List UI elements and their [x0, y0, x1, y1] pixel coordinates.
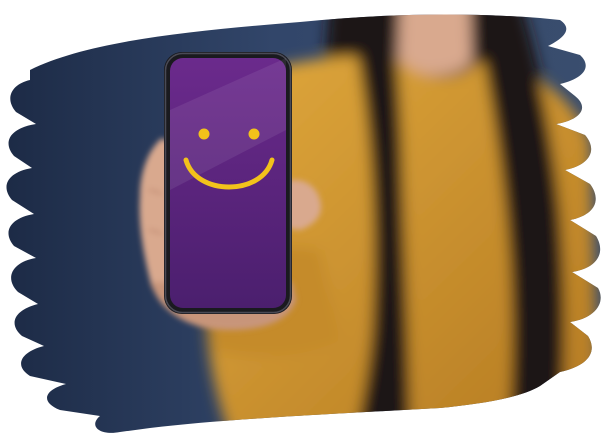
photo-collage	[0, 0, 609, 437]
smiley-left-eye	[198, 128, 210, 140]
smiley-right-eye	[248, 128, 260, 140]
phone	[164, 52, 292, 314]
photo-brush-frame	[6, 14, 601, 433]
